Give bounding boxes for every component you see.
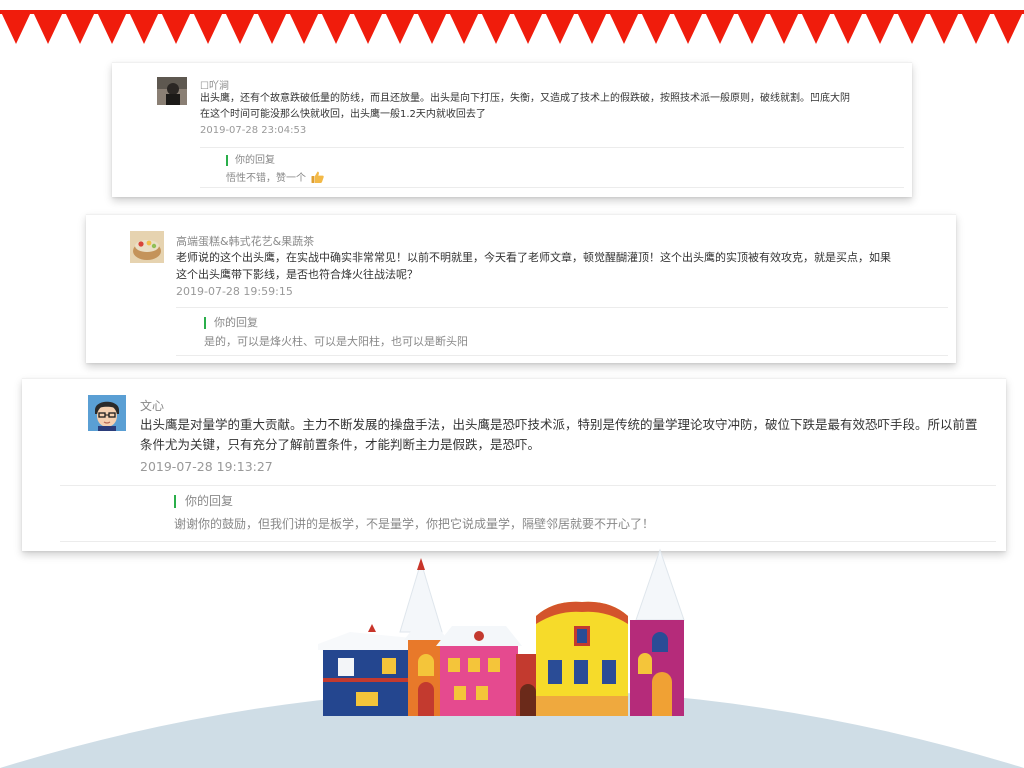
pennant [897,12,927,44]
divider [176,307,948,308]
pennant [33,12,63,44]
cartoon-avatar-icon [88,395,126,431]
avatar[interactable] [157,77,187,105]
comment-text: 老师说的这个出头鹰，在实战中确实非常常见！以前不明就里，今天看了老师文章，顿觉醒… [176,251,891,281]
divider [200,187,904,188]
divider [176,355,948,356]
pennant [129,12,159,44]
pennant [449,12,479,44]
divider [200,147,904,148]
pennant [673,12,703,44]
reply-text: 是的，可以是烽火柱、可以是大阳柱，也可以是断头阳 [204,335,468,348]
pennant-bunting [0,10,1024,44]
comment-author[interactable]: 高端蛋糕&韩式花艺&果蔬茶 [176,233,314,249]
pennant [353,12,383,44]
avatar[interactable] [88,395,126,431]
pennant [833,12,863,44]
pennant [193,12,223,44]
pennant [481,12,511,44]
pennant [929,12,959,44]
thumbs-up-icon [311,171,324,183]
comment-text: 出头鹰是对量学的重大贡献。主力不断发展的操盘手法，出头鹰是恐吓技术派，特别是传统… [140,417,978,452]
pennant [737,12,767,44]
pennant [257,12,287,44]
pennant [225,12,255,44]
pennant [417,12,447,44]
pennant [97,12,127,44]
comment-date: 2019-07-28 19:13:27 [140,459,273,474]
reply-label: 你的回复 [174,495,233,508]
village-illustration [0,548,1024,768]
comment-text: 出头鹰，还有个故意跌破低量的防线，而且还放量。出头是向下打压，失衡，又造成了技术… [200,93,850,120]
pennant [513,12,543,44]
pennant [993,12,1023,44]
pennant [961,12,991,44]
pennant [705,12,735,44]
avatar[interactable] [130,231,164,263]
pennant [801,12,831,44]
comment-card: 文心 出头鹰是对量学的重大贡献。主力不断发展的操盘手法，出头鹰是恐吓技术派，特别… [22,378,1006,551]
comment-date: 2019-07-28 23:04:53 [200,125,307,136]
reply-text-content: 悟性不错，赞一个 [226,173,306,184]
reply-text: 谢谢你的鼓励，但我们讲的是板学，不是量学，你把它说成量学，隔壁邻居就要不开心了！ [174,517,655,531]
comment-card: ☐吖涧 出头鹰，还有个故意跌破低量的防线，而且还放量。出头是向下打压，失衡，又造… [112,62,912,197]
user-photo-icon [157,77,187,105]
comment-author[interactable]: 文心 [140,397,164,414]
cake-photo-icon [130,231,164,263]
pennant [769,12,799,44]
pennant [545,12,575,44]
reply-label: 你的回复 [204,317,258,329]
comment-author[interactable]: ☐吖涧 [200,77,229,92]
pennant [865,12,895,44]
reply-text: 悟性不错，赞一个 [226,169,324,184]
pennant [577,12,607,44]
comment-card: 高端蛋糕&韩式花艺&果蔬茶 老师说的这个出头鹰，在实战中确实非常常见！以前不明就… [86,214,956,363]
pennant [321,12,351,44]
pennant [65,12,95,44]
reply-label: 你的回复 [226,155,275,166]
pennant [161,12,191,44]
pennant [289,12,319,44]
divider [60,485,996,486]
comment-date: 2019-07-28 19:59:15 [176,285,293,298]
pennant [385,12,415,44]
pennant [641,12,671,44]
pennant [1,12,31,44]
pennant [609,12,639,44]
